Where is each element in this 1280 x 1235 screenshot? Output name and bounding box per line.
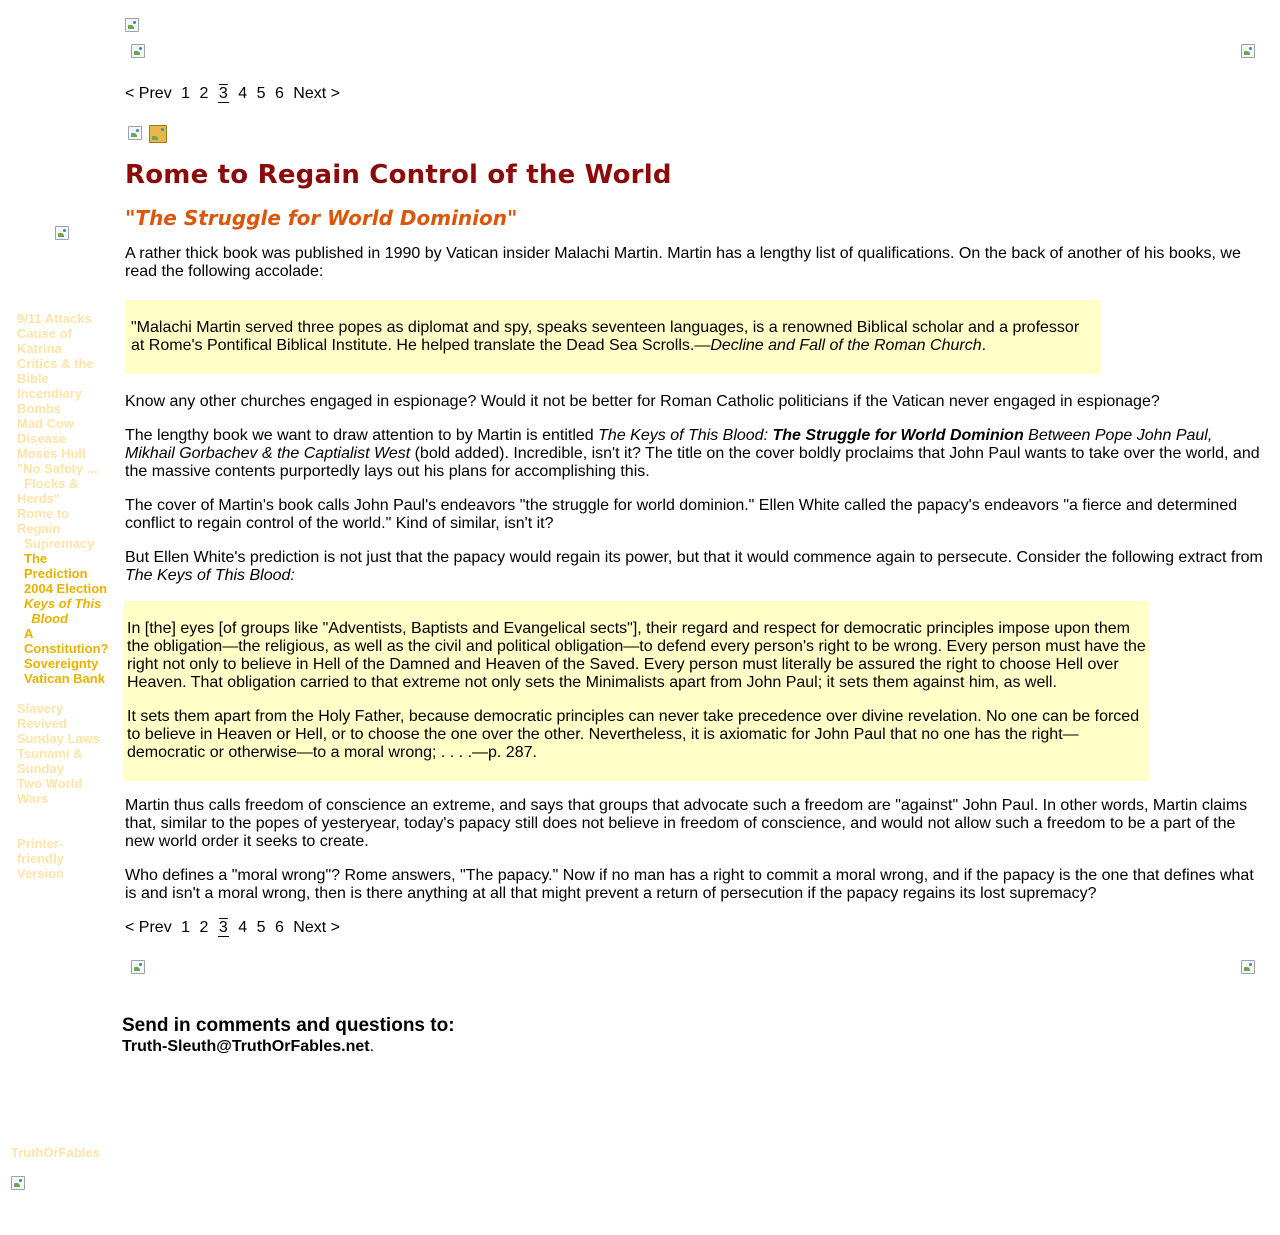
sidebar-item-keys-of-this-blood[interactable]: Keys of This Blood [24,596,101,626]
footer-right-image [1241,960,1255,974]
sidebar-item-vatican-bank[interactable]: Vatican Bank [24,671,105,686]
pager-page-6[interactable]: 6 [275,919,284,936]
p3-book-a: The Keys of This Blood: [598,427,773,444]
sidebar-item-cause-of-katrina[interactable]: Cause of Katrina [17,326,72,356]
pager-next[interactable]: Next > [293,919,340,936]
paragraph-espionage: Know any other churches engaged in espio… [125,393,1160,410]
quote-keys-p2: It sets them apart from the Holy Father,… [127,708,1140,761]
pager-page-2[interactable]: 2 [200,85,209,102]
sidebar-item-incendiary-bombs[interactable]: Incendiary Bombs [17,386,82,416]
sidebar-item-two-world-wars[interactable]: Two World Wars [17,776,82,806]
sidebar-item-critics-bible[interactable]: Critics & the Bible [17,356,94,386]
page-subtitle: "The Struggle for World Dominion" [125,206,518,230]
contact-email-link[interactable]: Truth-Sleuth@TruthOrFables.net [122,1038,370,1055]
paragraph-cover: The cover of Martin's book calls John Pa… [125,497,1238,532]
pager-page-2[interactable]: 2 [200,919,209,936]
contact-period: . [369,1038,375,1055]
pager-page-1[interactable]: 1 [181,919,190,936]
contact-line: Truth-Sleuth@TruthOrFables.net. [122,1038,374,1056]
p5-book: The Keys of This Blood: [125,567,295,584]
pager-page-4[interactable]: 4 [238,919,247,936]
sidebar-footer-brand[interactable]: TruthOrFables [11,1145,100,1160]
header-left-image [131,44,145,58]
sidebar-item-rome-regain[interactable]: Rome to Regain Supremacy [17,506,94,551]
pager-next[interactable]: Next > [293,85,340,102]
sidebar-item-sunday-laws[interactable]: Sunday Laws [17,731,100,746]
pager-page-3-current: 3 [217,919,229,937]
sidebar-item-tsunami-sunday[interactable]: Tsunami & Sunday [17,746,83,776]
pager-page-5[interactable]: 5 [257,919,266,936]
sidebar-item-911-attacks[interactable]: 9/11 Attacks [17,311,92,326]
p3-book-bold: The Struggle for World Dominion [772,427,1024,444]
sidebar-item-2004-election[interactable]: 2004 Election [24,581,107,596]
pager-page-3-current: 3 [217,85,229,103]
sidebar-item-moses-hull[interactable]: Moses Hull [17,446,86,461]
header-right-image [1241,44,1255,58]
pager-prev[interactable]: < Prev [125,919,172,936]
pager-top: < Prev 1 2 3 4 5 6 Next > [125,85,345,103]
sidebar-item-printer-friendly[interactable]: Printer- friendly Version [17,836,64,881]
pager-page-1[interactable]: 1 [181,85,190,102]
quote-accolade-source: Decline and Fall of the Roman Church [710,337,982,354]
sidebar-item-slavery-revived[interactable]: Slavery Revived [17,701,67,731]
sidebar-item-the-prediction[interactable]: The Prediction [24,551,88,581]
p5-text: But Ellen White's prediction is not just… [125,549,1263,566]
paragraph-moral-wrong: Who defines a "moral wrong"? Rome answer… [125,867,1254,902]
quote-accolade-period: . [981,337,987,354]
sidebar-item-no-safety[interactable]: "No Safety ... Flocks & Herds" [17,461,98,506]
quote-keys-of-this-blood: In [the] eyes [of groups like "Adventist… [124,601,1149,781]
p3-text-a: The lengthy book we want to draw attenti… [125,427,599,444]
pager-page-6[interactable]: 6 [275,85,284,102]
paragraph-prediction: But Ellen White's prediction is not just… [125,549,1265,585]
quote-accolade: "Malachi Martin served three popes as di… [125,300,1101,374]
pager-bottom: < Prev 1 2 3 4 5 6 Next > [125,919,345,937]
sidebar-item-sovereignty[interactable]: Sovereignty [24,656,98,671]
sidebar-item-a-constitution[interactable]: A Constitution? [24,626,108,656]
sidebar-item-mad-cow[interactable]: Mad Cow Disease [17,416,74,446]
sidebar-logo-image [55,226,69,240]
header-banner-image [125,18,139,32]
pager-page-5[interactable]: 5 [257,85,266,102]
sidebar-footer-image [11,1176,25,1190]
print-icon[interactable] [128,126,142,140]
contact-heading: Send in comments and questions to: [122,1015,455,1036]
paragraph-book-title: The lengthy book we want to draw attenti… [125,427,1265,481]
pager-prev[interactable]: < Prev [125,85,172,102]
page-title: Rome to Regain Control of the World [125,160,672,190]
email-icon[interactable] [149,125,167,143]
paragraph-freedom: Martin thus calls freedom of conscience … [125,797,1248,850]
intro-paragraph: A rather thick book was published in 199… [125,245,1241,280]
quote-keys-p1: In [the] eyes [of groups like "Adventist… [127,620,1146,691]
footer-left-image [131,960,145,974]
pager-page-4[interactable]: 4 [238,85,247,102]
